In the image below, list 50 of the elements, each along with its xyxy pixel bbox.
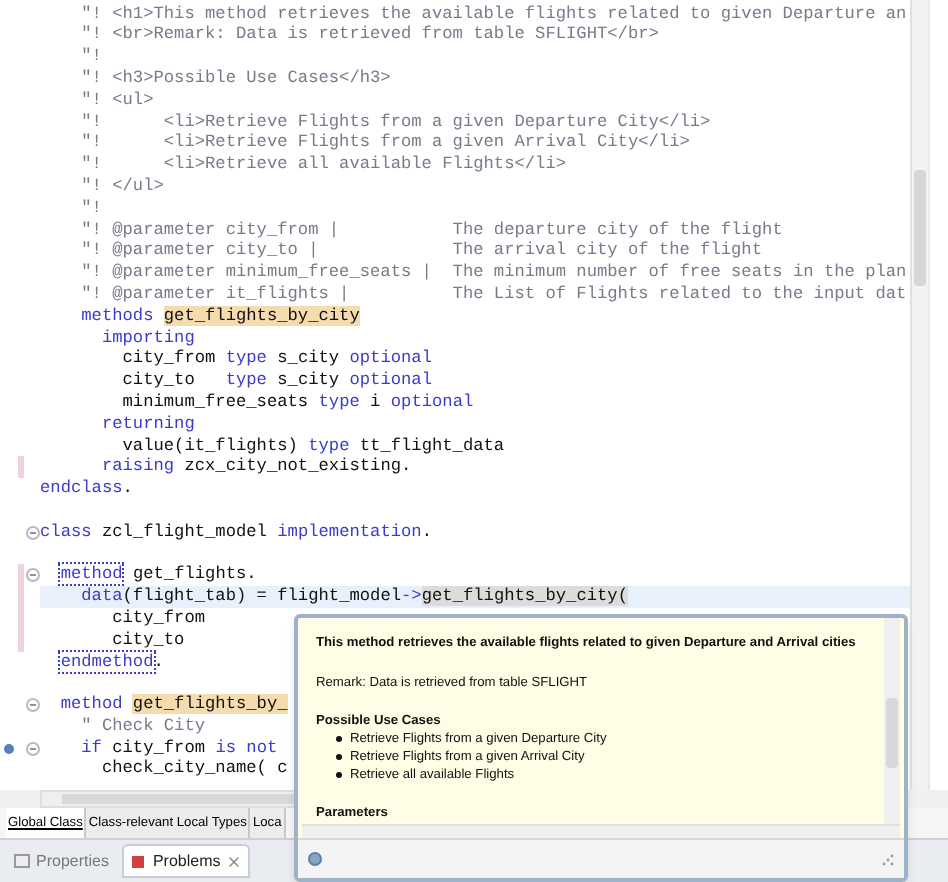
code-line: "! <li>Retrieve Flights from a given Departure City</li> xyxy=(79,111,711,132)
tooltip-horizontal-scrollbar[interactable] xyxy=(302,824,900,838)
code-line: "! @parameter city_from | The departure city of the flight xyxy=(79,219,783,240)
code-line: "! xyxy=(79,46,102,67)
fold-icon[interactable] xyxy=(26,698,40,713)
problems-icon xyxy=(130,853,147,869)
code-line: value(it_flights) type tt_flight_data xyxy=(120,435,505,456)
code-line: "! @parameter minimum_free_seats | The minimum number of free seats in the plan xyxy=(79,262,907,283)
code-line: "! xyxy=(79,197,102,218)
code-line: "! @parameter it_flights | The List of Flights related to the input dat xyxy=(79,283,907,304)
code-line: "! <li>Retrieve Flights from a given Arrival City</li> xyxy=(79,132,690,153)
code-line: "! @parameter city_to | The arrival city of the flight xyxy=(79,240,762,261)
vertical-scrollbar[interactable] xyxy=(910,0,928,790)
bullet-icon xyxy=(336,754,342,760)
code-line: if city_from is not xyxy=(79,737,278,758)
fold-icon[interactable] xyxy=(26,741,40,756)
code-line: method get_flights_by_ xyxy=(58,694,288,715)
code-line: returning xyxy=(99,413,195,434)
code-line: methods get_flights_by_city xyxy=(79,305,360,326)
code-line: raising zcx_city_not_existing. xyxy=(99,456,412,477)
code-line: "! <li>Retrieve all available Flights</li> xyxy=(79,154,567,175)
code-line: "! <br>Remark: Data is retrieved from table SFLIGHT</br> xyxy=(79,24,659,45)
bullet-icon xyxy=(336,772,342,778)
code-line: "! </ul> xyxy=(79,175,164,196)
code-line: minimum_free_seats type i optional xyxy=(120,391,474,412)
code-line: "! <ul> xyxy=(79,89,154,110)
properties-icon xyxy=(14,854,30,868)
code-line: city_from xyxy=(110,607,206,628)
fold-icon[interactable] xyxy=(26,525,40,540)
bullet-icon xyxy=(336,736,342,742)
tooltip-scrollbar[interactable] xyxy=(884,618,900,824)
resize-grip-icon[interactable] xyxy=(882,853,894,865)
view-tab[interactable]: Problems xyxy=(122,844,251,878)
code-line: " Check City xyxy=(79,715,206,736)
code-line: method get_flights. xyxy=(58,564,257,585)
code-line: importing xyxy=(99,327,195,348)
code-line: endclass. xyxy=(40,478,133,499)
code-line: city_to type s_city optional xyxy=(120,370,432,391)
close-icon[interactable] xyxy=(226,853,243,869)
code-line: data(flight_tab) = flight_model->get_flights_by_city( xyxy=(79,586,628,607)
info-icon[interactable] xyxy=(308,852,322,866)
code-line: "! <h3>Possible Use Cases</h3> xyxy=(79,67,391,88)
view-tab[interactable]: Properties xyxy=(8,844,115,878)
code-line: city_to xyxy=(110,629,185,650)
fold-icon[interactable] xyxy=(26,568,40,583)
code-line: endmethod. xyxy=(58,651,164,671)
code-line: city_from type s_city optional xyxy=(120,348,432,369)
code-line: class zcl_flight_model implementation. xyxy=(40,521,432,542)
code-line: check_city_name( c xyxy=(99,758,288,779)
code-line: "! <h1>This method retrieves the available flights related to given Departure an xyxy=(79,3,907,24)
